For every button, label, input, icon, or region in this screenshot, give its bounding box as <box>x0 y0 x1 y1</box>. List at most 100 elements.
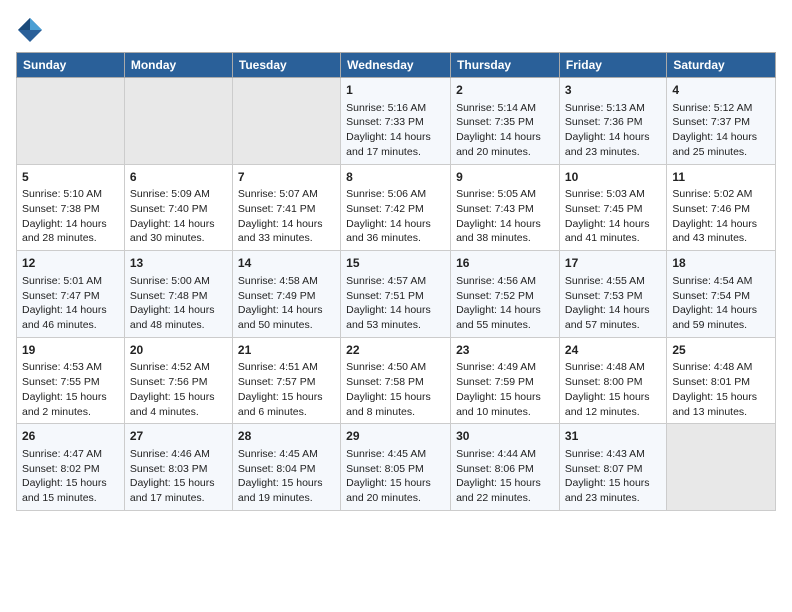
calendar-cell: 8Sunrise: 5:06 AMSunset: 7:42 PMDaylight… <box>341 164 451 251</box>
day-number: 26 <box>22 428 119 445</box>
cell-info-line: Sunrise: 5:03 AM <box>565 187 661 202</box>
cell-info-line: Sunrise: 5:13 AM <box>565 101 661 116</box>
cell-info-line: and 20 minutes. <box>456 145 554 160</box>
calendar-cell: 3Sunrise: 5:13 AMSunset: 7:36 PMDaylight… <box>559 78 666 165</box>
day-number: 13 <box>130 255 227 272</box>
cell-info-line: and 41 minutes. <box>565 231 661 246</box>
cell-info-line: and 59 minutes. <box>672 318 770 333</box>
cell-info-line: and 19 minutes. <box>238 491 335 506</box>
cell-info-line: Daylight: 15 hours <box>565 476 661 491</box>
cell-info-line: Daylight: 14 hours <box>22 303 119 318</box>
day-number: 11 <box>672 169 770 186</box>
cell-info-line: Sunset: 7:54 PM <box>672 289 770 304</box>
calendar-cell: 16Sunrise: 4:56 AMSunset: 7:52 PMDayligh… <box>451 251 560 338</box>
cell-info-line: Sunrise: 4:45 AM <box>238 447 335 462</box>
cell-info-line: Sunrise: 5:10 AM <box>22 187 119 202</box>
calendar-table: SundayMondayTuesdayWednesdayThursdayFrid… <box>16 52 776 511</box>
cell-info-line: Daylight: 14 hours <box>456 130 554 145</box>
calendar-cell: 22Sunrise: 4:50 AMSunset: 7:58 PMDayligh… <box>341 337 451 424</box>
page-header <box>16 16 776 44</box>
cell-info-line: Sunrise: 4:52 AM <box>130 360 227 375</box>
cell-info-line: Daylight: 15 hours <box>456 390 554 405</box>
day-number: 27 <box>130 428 227 445</box>
cell-info-line: and 38 minutes. <box>456 231 554 246</box>
calendar-cell: 27Sunrise: 4:46 AMSunset: 8:03 PMDayligh… <box>124 424 232 511</box>
cell-info-line: Sunrise: 5:12 AM <box>672 101 770 116</box>
cell-info-line: Daylight: 14 hours <box>130 217 227 232</box>
cell-info-line: Daylight: 14 hours <box>22 217 119 232</box>
calendar-cell: 10Sunrise: 5:03 AMSunset: 7:45 PMDayligh… <box>559 164 666 251</box>
calendar-cell: 25Sunrise: 4:48 AMSunset: 8:01 PMDayligh… <box>667 337 776 424</box>
day-number: 8 <box>346 169 445 186</box>
calendar-cell: 12Sunrise: 5:01 AMSunset: 7:47 PMDayligh… <box>17 251 125 338</box>
day-number: 9 <box>456 169 554 186</box>
cell-info-line: Sunset: 8:04 PM <box>238 462 335 477</box>
weekday-header-monday: Monday <box>124 53 232 78</box>
cell-info-line: Daylight: 14 hours <box>456 303 554 318</box>
cell-info-line: and 43 minutes. <box>672 231 770 246</box>
cell-info-line: Daylight: 14 hours <box>238 303 335 318</box>
cell-info-line: and 10 minutes. <box>456 405 554 420</box>
cell-info-line: Sunset: 7:37 PM <box>672 115 770 130</box>
cell-info-line: Daylight: 15 hours <box>565 390 661 405</box>
cell-info-line: Sunrise: 5:02 AM <box>672 187 770 202</box>
cell-info-line: and 4 minutes. <box>130 405 227 420</box>
cell-info-line: Sunrise: 4:48 AM <box>672 360 770 375</box>
cell-info-line: Sunrise: 5:14 AM <box>456 101 554 116</box>
day-number: 1 <box>346 82 445 99</box>
weekday-header-thursday: Thursday <box>451 53 560 78</box>
calendar-cell: 23Sunrise: 4:49 AMSunset: 7:59 PMDayligh… <box>451 337 560 424</box>
calendar-cell: 30Sunrise: 4:44 AMSunset: 8:06 PMDayligh… <box>451 424 560 511</box>
cell-info-line: and 48 minutes. <box>130 318 227 333</box>
day-number: 7 <box>238 169 335 186</box>
day-number: 5 <box>22 169 119 186</box>
cell-info-line: and 28 minutes. <box>22 231 119 246</box>
cell-info-line: Sunset: 7:38 PM <box>22 202 119 217</box>
cell-info-line: Sunrise: 4:54 AM <box>672 274 770 289</box>
calendar-week-row: 1Sunrise: 5:16 AMSunset: 7:33 PMDaylight… <box>17 78 776 165</box>
cell-info-line: Sunset: 7:41 PM <box>238 202 335 217</box>
cell-info-line: Sunset: 7:58 PM <box>346 375 445 390</box>
calendar-cell: 18Sunrise: 4:54 AMSunset: 7:54 PMDayligh… <box>667 251 776 338</box>
cell-info-line: Daylight: 15 hours <box>346 476 445 491</box>
cell-info-line: Daylight: 14 hours <box>346 130 445 145</box>
cell-info-line: Sunrise: 4:43 AM <box>565 447 661 462</box>
cell-info-line: Sunset: 7:35 PM <box>456 115 554 130</box>
day-number: 23 <box>456 342 554 359</box>
cell-info-line: Sunrise: 4:58 AM <box>238 274 335 289</box>
day-number: 2 <box>456 82 554 99</box>
cell-info-line: Sunrise: 4:53 AM <box>22 360 119 375</box>
day-number: 17 <box>565 255 661 272</box>
cell-info-line: and 12 minutes. <box>565 405 661 420</box>
day-number: 14 <box>238 255 335 272</box>
cell-info-line: Daylight: 14 hours <box>238 217 335 232</box>
cell-info-line: and 2 minutes. <box>22 405 119 420</box>
calendar-cell: 17Sunrise: 4:55 AMSunset: 7:53 PMDayligh… <box>559 251 666 338</box>
calendar-cell <box>232 78 340 165</box>
cell-info-line: Daylight: 14 hours <box>565 217 661 232</box>
logo-icon <box>16 16 44 44</box>
day-number: 4 <box>672 82 770 99</box>
cell-info-line: Daylight: 15 hours <box>130 390 227 405</box>
cell-info-line: Daylight: 15 hours <box>130 476 227 491</box>
cell-info-line: Daylight: 15 hours <box>346 390 445 405</box>
cell-info-line: Daylight: 14 hours <box>346 303 445 318</box>
cell-info-line: Sunset: 7:52 PM <box>456 289 554 304</box>
weekday-header-wednesday: Wednesday <box>341 53 451 78</box>
cell-info-line: Sunset: 7:53 PM <box>565 289 661 304</box>
day-number: 6 <box>130 169 227 186</box>
calendar-cell: 11Sunrise: 5:02 AMSunset: 7:46 PMDayligh… <box>667 164 776 251</box>
cell-info-line: Daylight: 15 hours <box>22 476 119 491</box>
cell-info-line: Sunset: 8:02 PM <box>22 462 119 477</box>
calendar-cell: 7Sunrise: 5:07 AMSunset: 7:41 PMDaylight… <box>232 164 340 251</box>
calendar-cell: 15Sunrise: 4:57 AMSunset: 7:51 PMDayligh… <box>341 251 451 338</box>
cell-info-line: Sunrise: 5:00 AM <box>130 274 227 289</box>
day-number: 16 <box>456 255 554 272</box>
calendar-cell: 2 Sunrise: 5:14 AMSunset: 7:35 PMDaylight… <box>451 78 560 165</box>
cell-info-line: Sunrise: 4:45 AM <box>346 447 445 462</box>
cell-info-line: Daylight: 15 hours <box>238 390 335 405</box>
cell-info-line: Sunset: 7:45 PM <box>565 202 661 217</box>
cell-info-line: Sunset: 8:01 PM <box>672 375 770 390</box>
cell-info-line: Sunset: 7:48 PM <box>130 289 227 304</box>
cell-info-line: and 17 minutes. <box>346 145 445 160</box>
